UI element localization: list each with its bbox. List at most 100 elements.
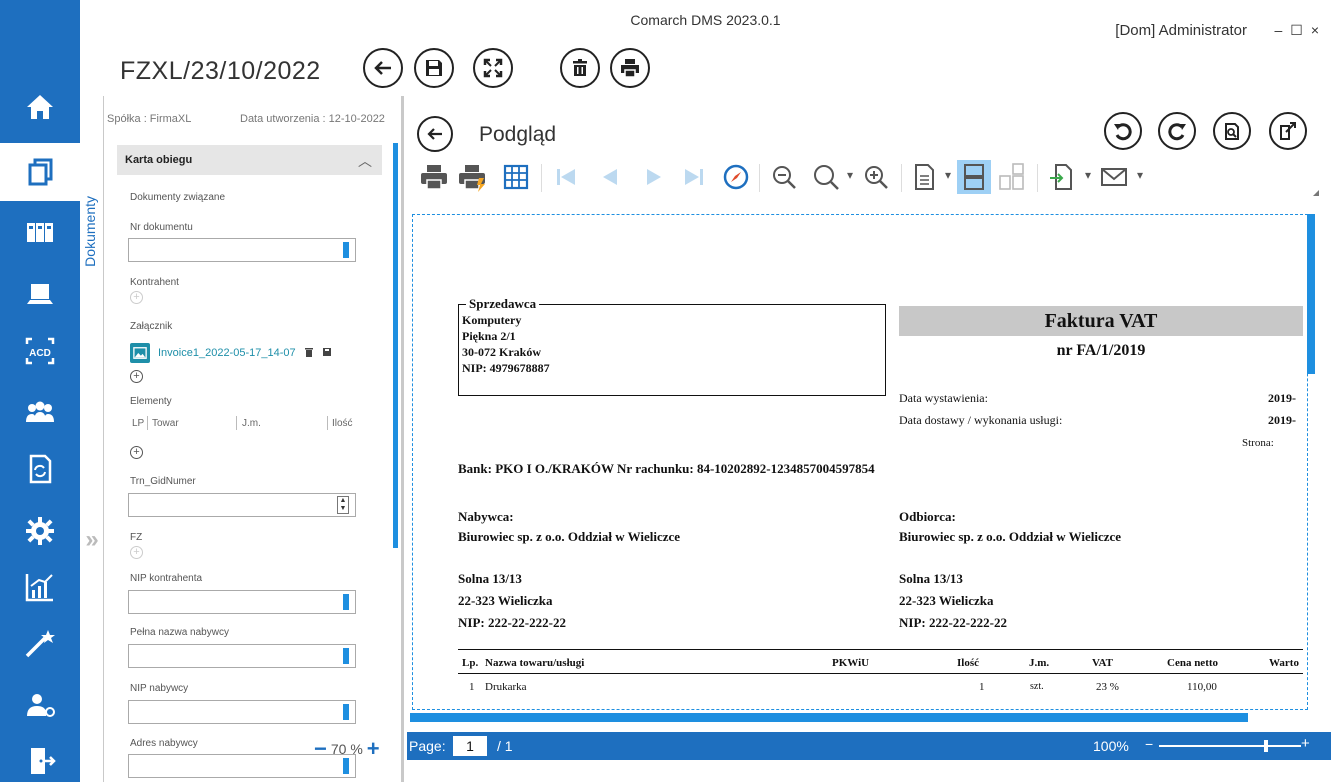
save-icon[interactable] xyxy=(322,347,332,360)
admin-icon[interactable] xyxy=(0,676,80,734)
preview-title: Podgląd xyxy=(479,123,557,146)
ocr-icon[interactable]: ACD xyxy=(0,322,80,380)
home-icon[interactable] xyxy=(0,78,80,136)
print-icon[interactable] xyxy=(417,160,451,194)
document-title: FZXL/23/10/2022 xyxy=(120,57,321,85)
delete-button[interactable] xyxy=(560,48,600,88)
previous-page-icon[interactable] xyxy=(593,160,627,194)
documents-side-tab[interactable]: Dokumenty » xyxy=(80,96,104,782)
export-dropdown-icon[interactable]: ▾ xyxy=(1085,168,1091,182)
export-icon[interactable] xyxy=(1045,160,1079,194)
process-icon[interactable] xyxy=(0,440,80,498)
contractor-nip-label: NIP kontrahenta xyxy=(130,573,203,584)
page-setup-icon[interactable] xyxy=(499,160,533,194)
zoom-icon[interactable] xyxy=(809,160,843,194)
arrow-left-icon xyxy=(427,128,442,140)
add-element-icon[interactable]: + xyxy=(130,446,143,459)
add-fz-icon[interactable]: + xyxy=(130,546,143,559)
logout-icon[interactable] xyxy=(0,732,80,782)
back-button[interactable] xyxy=(363,48,403,88)
documents-icon[interactable] xyxy=(0,143,80,201)
recipient-street: Solna 13/13 xyxy=(899,571,963,586)
attachment-item[interactable]: Invoice1_2022-05-17_14-07 xyxy=(130,342,332,364)
zoom-in-button[interactable]: + xyxy=(367,736,380,762)
wizard-icon[interactable] xyxy=(0,614,80,672)
form-scrollbar[interactable] xyxy=(393,143,398,548)
print-button[interactable] xyxy=(610,48,650,88)
reports-icon[interactable] xyxy=(0,558,80,616)
items-col-lp: Lp. xyxy=(462,657,479,669)
preview-back-button[interactable] xyxy=(417,116,453,152)
next-page-icon[interactable] xyxy=(637,160,671,194)
section-header-workflow[interactable]: Karta obiegu ︿ xyxy=(117,145,382,175)
export-preview-button[interactable] xyxy=(1213,112,1251,150)
library-icon[interactable] xyxy=(0,203,80,261)
creation-date-label: Data utworzenia : 12-10-2022 xyxy=(240,113,385,125)
email-icon[interactable] xyxy=(1097,160,1131,194)
users-icon[interactable] xyxy=(0,384,80,442)
quick-print-icon[interactable] xyxy=(455,160,489,194)
document-page[interactable]: Sprzedawca Komputery Piękna 2/1 30-072 K… xyxy=(412,214,1308,710)
add-attachment-icon[interactable]: + xyxy=(130,370,143,383)
first-page-icon[interactable] xyxy=(549,160,583,194)
zoom-slider-track[interactable] xyxy=(1159,745,1301,747)
zoom-plus-button[interactable]: + xyxy=(1301,735,1310,752)
trash-icon[interactable] xyxy=(304,347,314,360)
buyer-name-field[interactable] xyxy=(128,644,356,668)
nav-rail: ACD xyxy=(0,0,80,782)
zoom-in-icon[interactable] xyxy=(859,160,893,194)
buyer-address-label: Adres nabywcy xyxy=(130,738,198,749)
navigate-compass-icon[interactable] xyxy=(719,160,753,194)
page-view-dropdown-icon[interactable]: ▾ xyxy=(945,168,951,182)
single-page-icon[interactable] xyxy=(907,160,941,194)
toolbar-grip-icon xyxy=(1313,190,1319,196)
last-page-icon[interactable] xyxy=(677,160,711,194)
column-quantity: Ilość xyxy=(332,418,353,429)
seller-city: 30-072 Kraków xyxy=(462,345,541,359)
buyer-city: 22-323 Wieliczka xyxy=(458,593,553,608)
item-row-unit: szt. xyxy=(1030,681,1044,692)
close-button[interactable]: × xyxy=(1311,22,1319,39)
issue-date-value: 2019- xyxy=(1268,391,1296,405)
page-horizontal-scrollbar[interactable] xyxy=(410,713,1248,722)
settings-icon[interactable] xyxy=(0,502,80,560)
minimize-button[interactable]: – xyxy=(1274,22,1282,39)
delivery-date-value: 2019- xyxy=(1268,413,1296,427)
contractor-nip-field[interactable] xyxy=(128,590,356,614)
seller-nip: NIP: 4979678887 xyxy=(462,361,550,375)
email-dropdown-icon[interactable]: ▾ xyxy=(1137,168,1143,182)
app-window: ACD Comarch DMS 2023.0.1 [Dom] Administr… xyxy=(0,0,1331,782)
fullscreen-button[interactable] xyxy=(473,48,513,88)
chevron-up-icon[interactable]: ︿ xyxy=(358,151,372,171)
save-button[interactable] xyxy=(414,48,454,88)
zoom-out-icon[interactable] xyxy=(767,160,801,194)
zoom-dropdown-icon[interactable]: ▾ xyxy=(847,168,853,182)
gid-number-field[interactable]: ▲ ▼ xyxy=(128,493,356,517)
items-col-net-price: Cena netto xyxy=(1167,657,1219,669)
maximize-button[interactable]: ☐ xyxy=(1290,22,1303,39)
share-button[interactable] xyxy=(1269,112,1307,150)
multi-page-icon[interactable] xyxy=(995,160,1029,194)
section-title: Karta obiegu xyxy=(125,154,193,166)
continuous-view-icon[interactable] xyxy=(957,160,991,194)
seller-label: Sprzedawca xyxy=(466,296,540,311)
delivery-date-label: Data dostawy / wykonania usługi: xyxy=(899,413,1063,427)
attachment-filename[interactable]: Invoice1_2022-05-17_14-07 xyxy=(158,347,296,359)
spinner-icon[interactable]: ▲ ▼ xyxy=(337,496,349,514)
rotate-left-button[interactable] xyxy=(1104,112,1142,150)
workstation-icon[interactable] xyxy=(0,266,80,324)
column-unit: J.m. xyxy=(242,418,261,429)
attachment-label: Załącznik xyxy=(130,321,173,332)
zoom-slider-thumb[interactable] xyxy=(1263,740,1268,752)
add-contractor-icon[interactable]: + xyxy=(130,291,143,304)
form-zoom-control: − 70 % + xyxy=(314,736,380,762)
page-number-input[interactable]: 1 xyxy=(453,736,487,756)
doc-number-field[interactable] xyxy=(128,238,356,262)
expand-chevron-icon[interactable]: » xyxy=(80,526,104,554)
page-vertical-scrollbar[interactable] xyxy=(1307,214,1315,374)
zoom-minus-button[interactable]: − xyxy=(1145,736,1153,752)
zoom-out-button[interactable]: − xyxy=(314,736,327,762)
column-lp: LP xyxy=(132,418,145,429)
buyer-nip-field[interactable] xyxy=(128,700,356,724)
rotate-right-button[interactable] xyxy=(1158,112,1196,150)
